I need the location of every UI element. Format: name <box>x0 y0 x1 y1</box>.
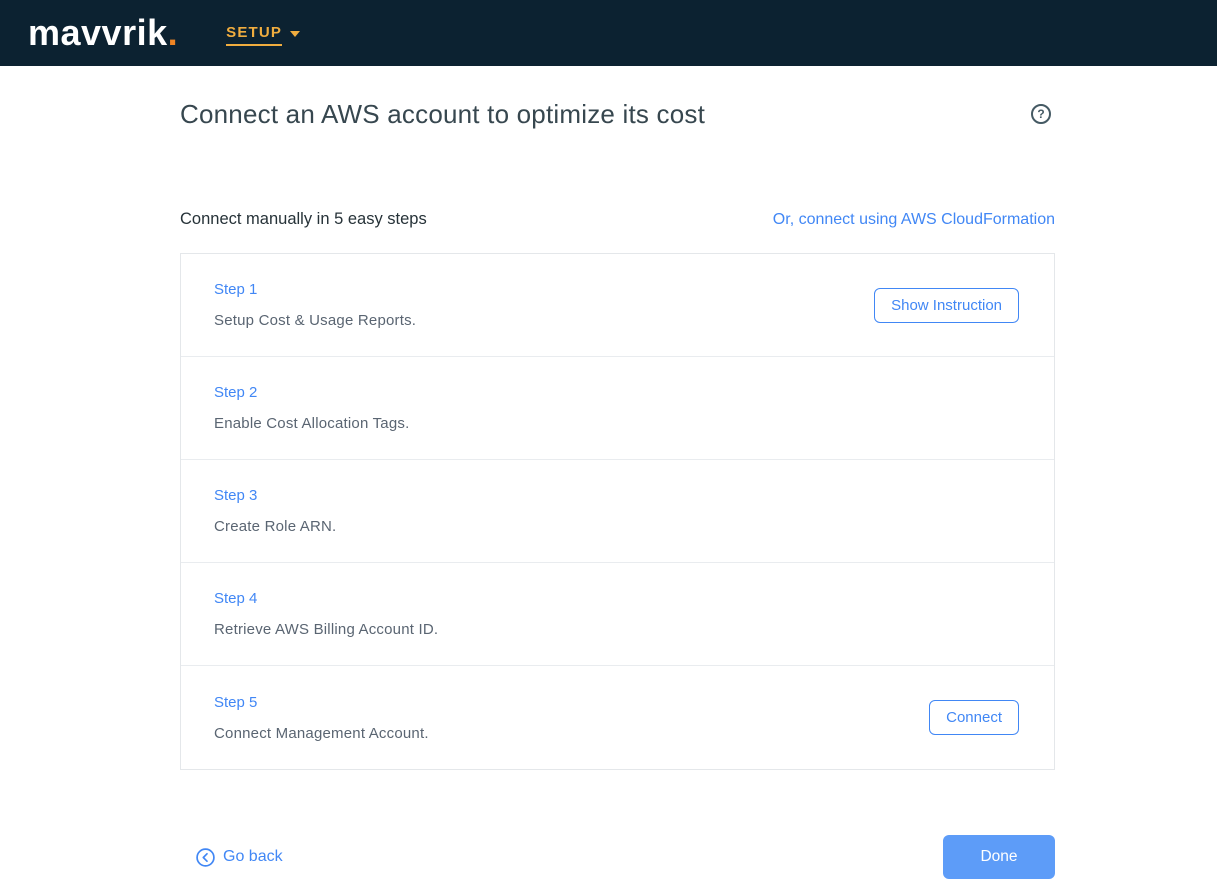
cloudformation-link[interactable]: Or, connect using AWS CloudFormation <box>773 211 1055 229</box>
done-button[interactable]: Done <box>943 835 1055 879</box>
help-icon[interactable]: ? <box>1031 104 1051 124</box>
step-row-1: Step 1 Setup Cost & Usage Reports. Show … <box>181 254 1054 357</box>
step-row-5: Step 5 Connect Management Account. Conne… <box>181 666 1054 769</box>
go-back-label: Go back <box>223 848 283 866</box>
step-row-3: Step 3 Create Role ARN. <box>181 460 1054 563</box>
step-1-label: Step 1 <box>214 281 416 298</box>
steps-heading: Connect manually in 5 easy steps <box>180 210 427 229</box>
steps-header: Connect manually in 5 easy steps Or, con… <box>180 210 1055 229</box>
logo[interactable]: mavvrik. <box>28 15 178 51</box>
logo-dot: . <box>168 12 179 53</box>
step-text: Step 1 Setup Cost & Usage Reports. <box>214 281 416 329</box>
go-back-link[interactable]: Go back <box>196 848 283 867</box>
footer-row: Go back Done <box>180 835 1055 879</box>
back-circle-icon <box>196 848 215 867</box>
nav-setup-label: SETUP <box>226 24 282 46</box>
step-text: Step 2 Enable Cost Allocation Tags. <box>214 384 409 432</box>
main-content: Connect an AWS account to optimize its c… <box>180 99 1055 879</box>
step-5-label: Step 5 <box>214 694 429 711</box>
step-4-description: Retrieve AWS Billing Account ID. <box>214 621 438 638</box>
step-3-label: Step 3 <box>214 487 336 504</box>
show-instruction-button[interactable]: Show Instruction <box>874 288 1019 323</box>
nav-setup-menu[interactable]: SETUP <box>226 24 300 46</box>
chevron-down-icon <box>290 31 300 37</box>
step-row-4: Step 4 Retrieve AWS Billing Account ID. <box>181 563 1054 666</box>
step-row-2: Step 2 Enable Cost Allocation Tags. <box>181 357 1054 460</box>
app-header: mavvrik. SETUP <box>0 0 1217 66</box>
logo-text: mavvrik <box>28 12 168 53</box>
step-1-description: Setup Cost & Usage Reports. <box>214 312 416 329</box>
step-text: Step 3 Create Role ARN. <box>214 487 336 535</box>
step-5-description: Connect Management Account. <box>214 725 429 742</box>
step-2-label: Step 2 <box>214 384 409 401</box>
title-row: Connect an AWS account to optimize its c… <box>180 99 1055 129</box>
connect-button[interactable]: Connect <box>929 700 1019 735</box>
step-text: Step 4 Retrieve AWS Billing Account ID. <box>214 590 438 638</box>
step-4-label: Step 4 <box>214 590 438 607</box>
steps-card: Step 1 Setup Cost & Usage Reports. Show … <box>180 253 1055 770</box>
step-3-description: Create Role ARN. <box>214 518 336 535</box>
step-text: Step 5 Connect Management Account. <box>214 694 429 742</box>
step-2-description: Enable Cost Allocation Tags. <box>214 415 409 432</box>
page-title: Connect an AWS account to optimize its c… <box>180 99 705 129</box>
